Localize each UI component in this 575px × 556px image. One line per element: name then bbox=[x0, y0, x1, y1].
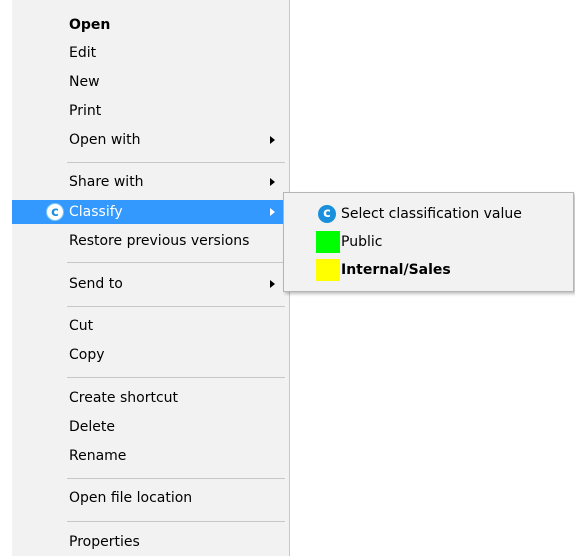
menu-item-label: Open file location bbox=[69, 490, 193, 506]
classify-icon: c bbox=[46, 203, 64, 221]
public-color-swatch bbox=[316, 231, 340, 253]
submenu-item-public[interactable]: Public bbox=[284, 229, 573, 255]
menu-item-new[interactable]: New bbox=[12, 70, 289, 94]
menu-item-restore-previous-versions[interactable]: Restore previous versions bbox=[12, 229, 289, 253]
screen: Open Edit New Print Open with Share with… bbox=[0, 0, 575, 556]
submenu-item-label: Public bbox=[341, 234, 383, 250]
menu-item-label: Delete bbox=[69, 419, 115, 435]
menu-item-rename[interactable]: Rename bbox=[12, 444, 289, 468]
menu-item-cut[interactable]: Cut bbox=[12, 314, 289, 338]
submenu-item-label: Select classification value bbox=[341, 206, 522, 222]
menu-item-label: Edit bbox=[69, 45, 97, 61]
menu-item-label: Share with bbox=[69, 174, 144, 190]
menu-separator bbox=[67, 478, 285, 479]
menu-item-properties[interactable]: Properties bbox=[12, 530, 289, 554]
submenu-arrow-icon bbox=[270, 178, 275, 186]
menu-separator bbox=[67, 262, 285, 263]
menu-item-label: Open with bbox=[69, 132, 141, 148]
menu-item-label: Create shortcut bbox=[69, 390, 179, 406]
menu-item-classify[interactable]: c Classify bbox=[12, 200, 289, 224]
menu-item-open-file-location[interactable]: Open file location bbox=[12, 486, 289, 510]
menu-item-share-with[interactable]: Share with bbox=[12, 170, 289, 194]
menu-item-label: Cut bbox=[69, 318, 94, 334]
classify-icon: c bbox=[318, 205, 336, 223]
menu-item-label: Rename bbox=[69, 448, 127, 464]
menu-item-label: Copy bbox=[69, 347, 105, 363]
menu-item-label: Restore previous versions bbox=[69, 233, 250, 249]
menu-item-open-with[interactable]: Open with bbox=[12, 128, 289, 152]
internal-sales-color-swatch bbox=[316, 259, 340, 281]
menu-item-label: Open bbox=[69, 17, 111, 33]
submenu-item-label: Internal/Sales bbox=[341, 262, 451, 278]
menu-separator bbox=[67, 377, 285, 378]
submenu-arrow-icon bbox=[270, 280, 275, 288]
menu-item-send-to[interactable]: Send to bbox=[12, 272, 289, 296]
context-menu: Open Edit New Print Open with Share with… bbox=[12, 0, 290, 556]
menu-item-label: New bbox=[69, 74, 100, 90]
classify-submenu: c Select classification value Public Int… bbox=[283, 192, 574, 292]
menu-item-label: Print bbox=[69, 103, 102, 119]
menu-item-label: Properties bbox=[69, 534, 140, 550]
menu-item-label: Send to bbox=[69, 276, 123, 292]
menu-separator bbox=[67, 521, 285, 522]
submenu-item-select-classification-value[interactable]: c Select classification value bbox=[284, 201, 573, 227]
submenu-item-internal-sales[interactable]: Internal/Sales bbox=[284, 257, 573, 283]
submenu-arrow-icon bbox=[270, 208, 275, 216]
menu-item-edit[interactable]: Edit bbox=[12, 41, 289, 65]
submenu-arrow-icon bbox=[270, 136, 275, 144]
menu-separator bbox=[67, 306, 285, 307]
menu-item-label: Classify bbox=[69, 204, 123, 220]
menu-separator bbox=[67, 162, 285, 163]
menu-item-open[interactable]: Open bbox=[12, 13, 289, 37]
menu-item-create-shortcut[interactable]: Create shortcut bbox=[12, 386, 289, 410]
menu-item-copy[interactable]: Copy bbox=[12, 343, 289, 367]
menu-item-delete[interactable]: Delete bbox=[12, 415, 289, 439]
menu-item-print[interactable]: Print bbox=[12, 99, 289, 123]
